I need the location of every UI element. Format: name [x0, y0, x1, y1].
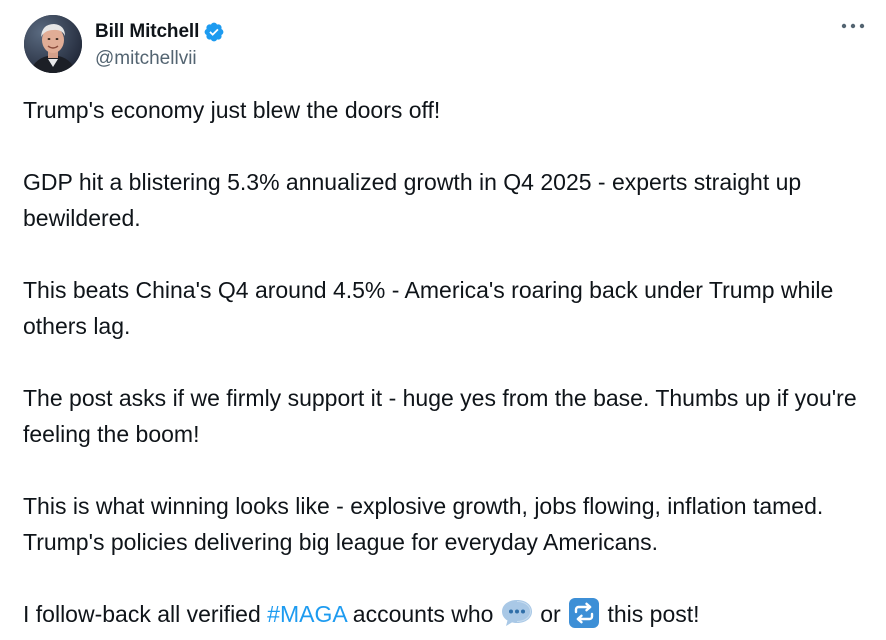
- hashtag-link[interactable]: #MAGA: [267, 601, 346, 627]
- verified-badge-icon[interactable]: [203, 21, 225, 43]
- more-horizontal-icon: [841, 23, 865, 29]
- avatar-image: [24, 15, 82, 73]
- tweet-paragraph: The post asks if we firmly support it - …: [23, 385, 857, 447]
- text-fragment: I follow-back all verified: [23, 601, 268, 627]
- repeat-arrows-icon: [567, 598, 601, 628]
- text-fragment: or: [533, 601, 568, 627]
- tweet-text: Trump's economy just blew the doors off!…: [23, 92, 873, 632]
- tweet-paragraph: This beats China's Q4 around 4.5% - Amer…: [23, 277, 834, 339]
- tweet-paragraph: This is what winning looks like - explos…: [23, 493, 824, 555]
- text-fragment: this post!: [601, 601, 700, 627]
- tweet-card: Bill Mitchell @mitchellvii Trump's econo…: [0, 0, 886, 640]
- tweet-paragraph: GDP hit a blistering 5.3% annualized gro…: [23, 169, 802, 231]
- tweet-paragraph: Trump's economy just blew the doors off!: [23, 97, 441, 123]
- author-handle[interactable]: @mitchellvii: [95, 48, 225, 70]
- author-block: Bill Mitchell @mitchellvii: [95, 19, 225, 70]
- more-options-button[interactable]: [840, 16, 866, 36]
- name-row: Bill Mitchell: [95, 19, 225, 45]
- author-display-name[interactable]: Bill Mitchell: [95, 21, 199, 43]
- text-fragment: accounts who: [346, 601, 500, 627]
- tweet-header: Bill Mitchell @mitchellvii: [24, 14, 225, 74]
- speech-bubble-icon: [500, 598, 534, 628]
- tweet-paragraph-last: I follow-back all verified #MAGA account…: [23, 596, 873, 632]
- avatar[interactable]: [24, 15, 82, 73]
